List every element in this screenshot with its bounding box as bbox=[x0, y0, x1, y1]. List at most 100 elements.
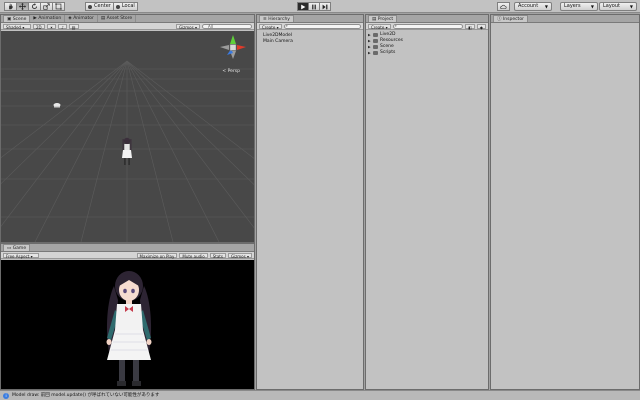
stats-toggle[interactable]: Stats bbox=[209, 252, 226, 259]
folder-icon bbox=[373, 33, 378, 37]
main-toolbar: Center Local Account ▼ Layers ▼ Layout ▼ bbox=[0, 0, 640, 13]
filter-type-icon[interactable]: ◧ bbox=[465, 23, 475, 30]
effects-toggle-icon[interactable]: ▨ bbox=[68, 23, 79, 30]
hierarchy-item-main-camera[interactable]: Main Camera bbox=[263, 39, 363, 45]
pivot-label: Center bbox=[94, 3, 111, 9]
layers-group: Layers ▼ bbox=[560, 2, 598, 11]
space-icon bbox=[115, 4, 120, 9]
account-label: Account bbox=[518, 3, 539, 9]
scene-grid bbox=[1, 60, 254, 242]
cloud-icon bbox=[500, 4, 507, 9]
account-dropdown[interactable]: Account ▼ bbox=[514, 2, 552, 11]
scene-search-placeholder: All bbox=[208, 23, 213, 29]
maximize-on-play-toggle[interactable]: Maximize on Play bbox=[136, 252, 178, 259]
playback-controls bbox=[297, 2, 331, 11]
step-button[interactable] bbox=[320, 2, 331, 11]
rotate-tool-icon[interactable] bbox=[29, 2, 41, 11]
project-search-input[interactable]: ⌕ bbox=[392, 22, 464, 29]
folder-icon bbox=[373, 39, 378, 43]
layout-dropdown[interactable]: Layout ▼ bbox=[599, 2, 637, 11]
layers-label: Layers bbox=[564, 3, 581, 9]
layout-label: Layout bbox=[603, 3, 620, 9]
search-icon: ⌕ bbox=[394, 22, 397, 28]
tab-scene[interactable]: ▣ Scene bbox=[3, 15, 31, 22]
stats-label: Stats bbox=[212, 253, 223, 259]
hierarchy-create-dropdown[interactable]: Create ▾ bbox=[259, 23, 282, 30]
project-create-dropdown[interactable]: Create ▾ bbox=[368, 23, 391, 30]
folder-icon bbox=[373, 45, 378, 49]
scene-search-input[interactable]: All bbox=[202, 23, 252, 29]
game-gizmos-dropdown[interactable]: Gizmos ▾ bbox=[227, 252, 252, 259]
chevron-down-icon: ▼ bbox=[629, 3, 633, 9]
light-gizmo-icon bbox=[53, 103, 61, 108]
rect-tool-icon[interactable] bbox=[53, 2, 65, 11]
tab-asset-store[interactable]: ▤ Asset Store bbox=[97, 15, 137, 22]
project-controlbar: Create ▾ ⌕ ◧ ◆ bbox=[366, 23, 488, 30]
hierarchy-create-label: Create bbox=[262, 24, 276, 30]
transform-tools bbox=[4, 2, 65, 11]
status-bar[interactable]: i Model draw: 前回 model.update() が呼ばれていない… bbox=[0, 390, 640, 400]
tab-animator[interactable]: ◈ Animator bbox=[65, 15, 98, 22]
project-tabbar: ▤ Project bbox=[366, 15, 488, 23]
gizmos-dropdown[interactable]: Gizmos ▾ bbox=[175, 23, 200, 30]
project-item-scripts[interactable]: ▶ Scripts bbox=[368, 50, 488, 56]
pause-icon bbox=[312, 4, 316, 9]
2d-toggle-label: 2D bbox=[36, 24, 42, 30]
inspector-panel: ⓘ Inspector bbox=[490, 14, 640, 390]
hierarchy-panel: ≡ Hierarchy Create ▾ ⌕ Live2DModel Main … bbox=[256, 14, 364, 390]
2d-toggle-button[interactable]: 2D bbox=[33, 23, 45, 30]
shading-mode-label: Shaded bbox=[6, 24, 22, 30]
scene-viewport[interactable]: < Persp bbox=[1, 31, 254, 242]
pause-button[interactable] bbox=[309, 2, 320, 11]
tab-hierarchy[interactable]: ≡ Hierarchy bbox=[259, 15, 294, 22]
gizmos-label: Gizmos bbox=[178, 24, 194, 30]
pivot-group: Center Local bbox=[85, 2, 138, 11]
project-create-label: Create bbox=[371, 24, 385, 30]
tab-game[interactable]: ▭ Game bbox=[3, 244, 31, 251]
cloud-button[interactable] bbox=[497, 2, 510, 11]
layout-group: Layout ▼ bbox=[599, 2, 637, 11]
hand-tool-icon[interactable] bbox=[4, 2, 17, 11]
layers-dropdown[interactable]: Layers ▼ bbox=[560, 2, 598, 11]
lighting-toggle-icon[interactable]: ☀ bbox=[46, 23, 57, 30]
move-tool-icon[interactable] bbox=[17, 2, 29, 11]
status-message: Model draw: 前回 model.update() が呼ばれていない可能… bbox=[12, 393, 160, 398]
filter-label-icon[interactable]: ◆ bbox=[476, 23, 486, 30]
tab-animation[interactable]: ▶ Animation bbox=[30, 15, 66, 22]
folder-icon bbox=[373, 51, 378, 55]
tab-project-label: Project bbox=[377, 17, 394, 22]
audio-toggle-icon[interactable]: ♪ bbox=[58, 23, 67, 30]
tab-asset-store-label: Asset Store bbox=[106, 16, 133, 21]
game-gizmos-label: Gizmos bbox=[230, 253, 246, 259]
mute-audio-toggle[interactable]: Mute audio bbox=[179, 252, 208, 259]
scene-controlbar: Shaded ▾ 2D ☀ ♪ ▨ Gizmos ▾ All bbox=[1, 23, 254, 30]
tab-inspector-label: Inspector bbox=[502, 17, 524, 22]
space-label: Local bbox=[121, 3, 135, 9]
inspector-tabbar: ⓘ Inspector bbox=[491, 15, 639, 23]
play-button[interactable] bbox=[297, 2, 309, 11]
hierarchy-controlbar: Create ▾ ⌕ bbox=[257, 23, 363, 30]
hierarchy-list: Live2DModel Main Camera bbox=[257, 31, 363, 389]
inspector-body bbox=[491, 24, 639, 389]
game-viewport[interactable] bbox=[1, 260, 254, 389]
tab-animator-label: Animator bbox=[73, 16, 94, 21]
game-tabbar: ▭ Game bbox=[1, 244, 254, 252]
space-toggle-button[interactable]: Local bbox=[113, 2, 138, 11]
hierarchy-search-input[interactable]: ⌕ bbox=[283, 23, 361, 29]
game-panel: ▭ Game Free Aspect ▾ Maximize on Play Mu… bbox=[0, 243, 255, 390]
scene-tabbar: ▣ Scene ▶ Animation ◈ Animator ▤ Asset S… bbox=[1, 15, 254, 23]
scene-panel: ▣ Scene ▶ Animation ◈ Animator ▤ Asset S… bbox=[0, 14, 255, 243]
scale-tool-icon[interactable] bbox=[41, 2, 53, 11]
shading-mode-dropdown[interactable]: Shaded ▾ bbox=[3, 23, 31, 30]
tab-scene-label: Scene bbox=[12, 17, 27, 22]
aspect-dropdown[interactable]: Free Aspect ▾ bbox=[3, 252, 39, 259]
tab-project[interactable]: ▤ Project bbox=[368, 15, 398, 22]
pivot-toggle-button[interactable]: Center bbox=[85, 2, 114, 11]
scene-orientation-gizmo[interactable] bbox=[218, 33, 248, 67]
persp-label[interactable]: < Persp bbox=[222, 69, 240, 74]
tab-game-label: Game bbox=[12, 246, 27, 251]
tab-inspector[interactable]: ⓘ Inspector bbox=[493, 15, 528, 22]
step-icon bbox=[322, 4, 328, 9]
cloud-group bbox=[497, 2, 510, 11]
chevron-down-icon: ▼ bbox=[544, 3, 548, 9]
